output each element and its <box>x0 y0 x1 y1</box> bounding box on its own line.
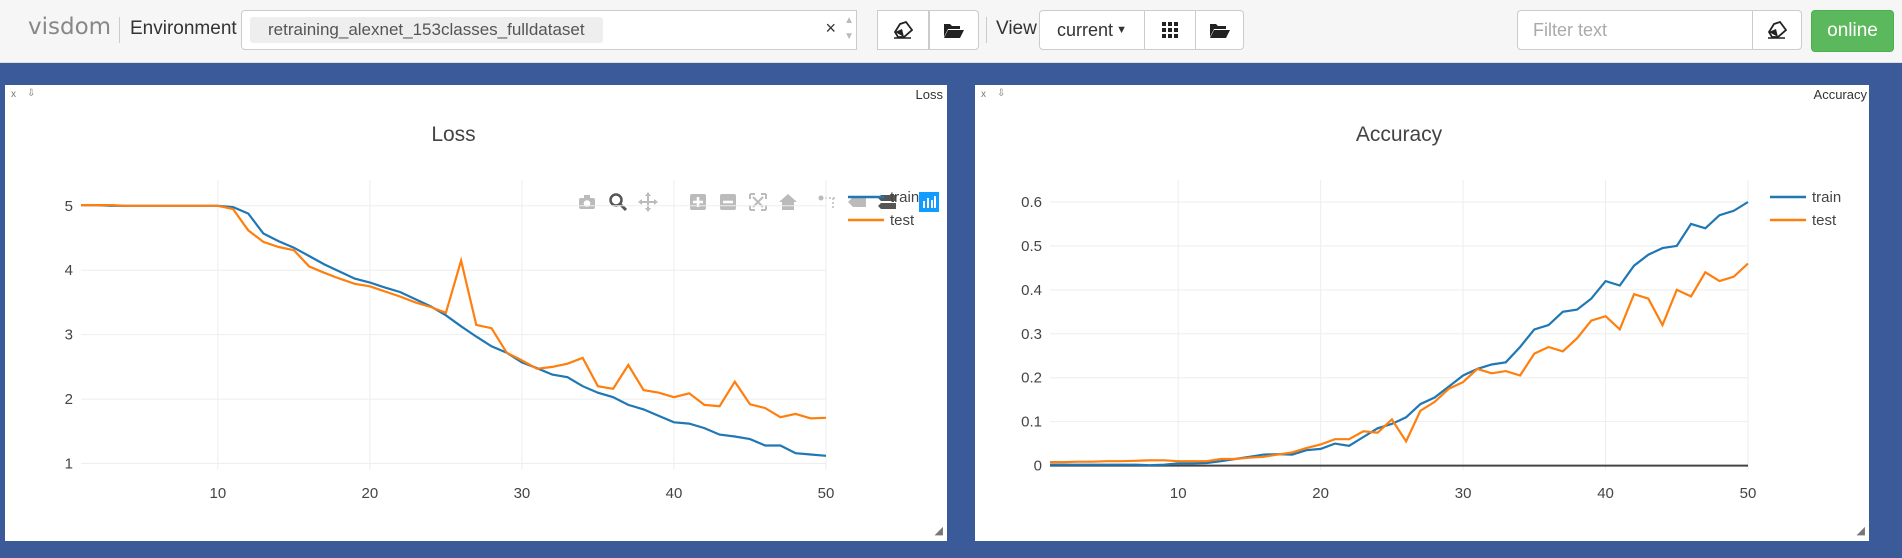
x-tick-label: 40 <box>1597 485 1614 502</box>
y-tick-label: 2 <box>65 391 73 408</box>
spike-lines-icon[interactable] <box>817 192 837 212</box>
eraser-icon <box>893 21 913 39</box>
x-tick-label: 30 <box>514 485 531 502</box>
legend-label-test: test <box>1812 212 1837 229</box>
folder-open-icon <box>1209 24 1230 38</box>
clear-filter-button[interactable] <box>1752 10 1802 50</box>
top-toolbar: visdom Environment retraining_alexnet_15… <box>0 0 1902 63</box>
filter-input[interactable]: Filter text <box>1517 10 1753 50</box>
chart-title: Accuracy <box>1356 123 1443 146</box>
y-tick-label: 3 <box>65 327 73 344</box>
accuracy-pane[interactable]: x ⇩ Accuracy ◢ 10 20 30 40 50 0 0.1 0.2 0.3 0.4 0.… <box>975 85 1869 541</box>
series-line-test <box>81 204 827 420</box>
connection-status-button[interactable]: online <box>1811 10 1894 52</box>
clear-environment-button[interactable] <box>877 10 929 50</box>
y-tick-label: 0.3 <box>1021 326 1042 343</box>
manage-views-button[interactable] <box>1195 10 1244 50</box>
accuracy-chart: 10 20 30 40 50 0 0.1 0.2 0.3 0.4 0.5 0.6 Accuracy tra… <box>1021 123 1841 502</box>
legend-label-train: train <box>1812 189 1841 206</box>
x-tick-label: 10 <box>1170 485 1187 502</box>
divider <box>119 17 120 43</box>
pane-title: Accuracy <box>1813 87 1867 102</box>
x-tick-label: 20 <box>362 485 379 502</box>
camera-icon[interactable] <box>577 192 597 212</box>
x-tick-label: 50 <box>1740 485 1757 502</box>
y-tick-label: 4 <box>65 262 73 279</box>
y-tick-label: 1 <box>65 456 73 473</box>
series-line-test <box>1050 262 1749 464</box>
x-tick-label: 50 <box>818 485 835 502</box>
x-tick-label: 40 <box>666 485 683 502</box>
resize-handle-icon[interactable]: ◢ <box>1857 524 1865 537</box>
resize-handle-icon[interactable]: ◢ <box>935 524 943 537</box>
repack-layout-button[interactable] <box>1144 10 1196 50</box>
chart-title: Loss <box>431 123 475 146</box>
environment-chip[interactable]: retraining_alexnet_153classes_fulldatase… <box>250 17 603 43</box>
x-tick-label: 10 <box>209 485 226 502</box>
zoom-in-icon[interactable] <box>688 192 708 212</box>
manage-environments-button[interactable] <box>929 10 979 50</box>
loss-chart: 10 20 30 40 5012345Losstraintest <box>65 123 920 502</box>
x-tick-label: 30 <box>1455 485 1472 502</box>
hover-closest-icon[interactable] <box>847 192 867 212</box>
pane-title: Loss <box>915 87 943 102</box>
view-label: View <box>996 18 1037 39</box>
x-tick-label: 20 <box>1312 485 1329 502</box>
clear-environment-icon[interactable]: × <box>825 18 836 39</box>
eraser-icon <box>1767 21 1787 39</box>
pan-icon[interactable] <box>638 192 658 212</box>
y-tick-label: 0.5 <box>1021 238 1042 255</box>
y-tick-label: 0.6 <box>1021 194 1042 211</box>
close-pane-icon[interactable]: x <box>11 89 16 100</box>
plotly-logo-icon[interactable] <box>919 192 939 212</box>
y-tick-label: 0.1 <box>1021 414 1042 431</box>
view-select[interactable]: current ▼ <box>1039 10 1145 50</box>
app-logo: visdom <box>28 14 112 40</box>
y-tick-label: 5 <box>65 198 73 215</box>
loss-pane[interactable]: x ⇩ Loss ◢ 10 20 30 40 50 1 2 3 4 5 Loss train test <box>5 85 947 541</box>
legend-label-test: test <box>890 212 915 229</box>
environment-label: Environment <box>130 18 237 39</box>
download-pane-icon[interactable]: ⇩ <box>27 88 35 99</box>
caret-down-icon: ▼ <box>1116 24 1127 36</box>
y-tick-label: 0 <box>1034 458 1042 475</box>
series-line-train <box>81 204 827 457</box>
y-tick-label: 0.2 <box>1021 370 1042 387</box>
series-line-train <box>1050 201 1749 467</box>
zoom-out-icon[interactable] <box>718 192 738 212</box>
folder-open-icon <box>944 24 964 38</box>
hover-compare-icon[interactable] <box>877 192 897 212</box>
download-pane-icon[interactable]: ⇩ <box>997 88 1005 99</box>
view-select-value: current <box>1057 19 1114 40</box>
autoscale-icon[interactable] <box>748 192 768 212</box>
y-tick-label: 0.4 <box>1021 282 1042 299</box>
environment-selector[interactable]: retraining_alexnet_153classes_fulldatase… <box>241 10 857 50</box>
zoom-icon[interactable] <box>608 192 628 212</box>
divider <box>986 17 987 43</box>
environment-scroll-arrows[interactable]: ▲ ▼ <box>844 13 854 45</box>
close-pane-icon[interactable]: x <box>981 89 986 100</box>
grid-icon <box>1162 22 1178 38</box>
reset-axes-icon[interactable] <box>778 192 798 212</box>
